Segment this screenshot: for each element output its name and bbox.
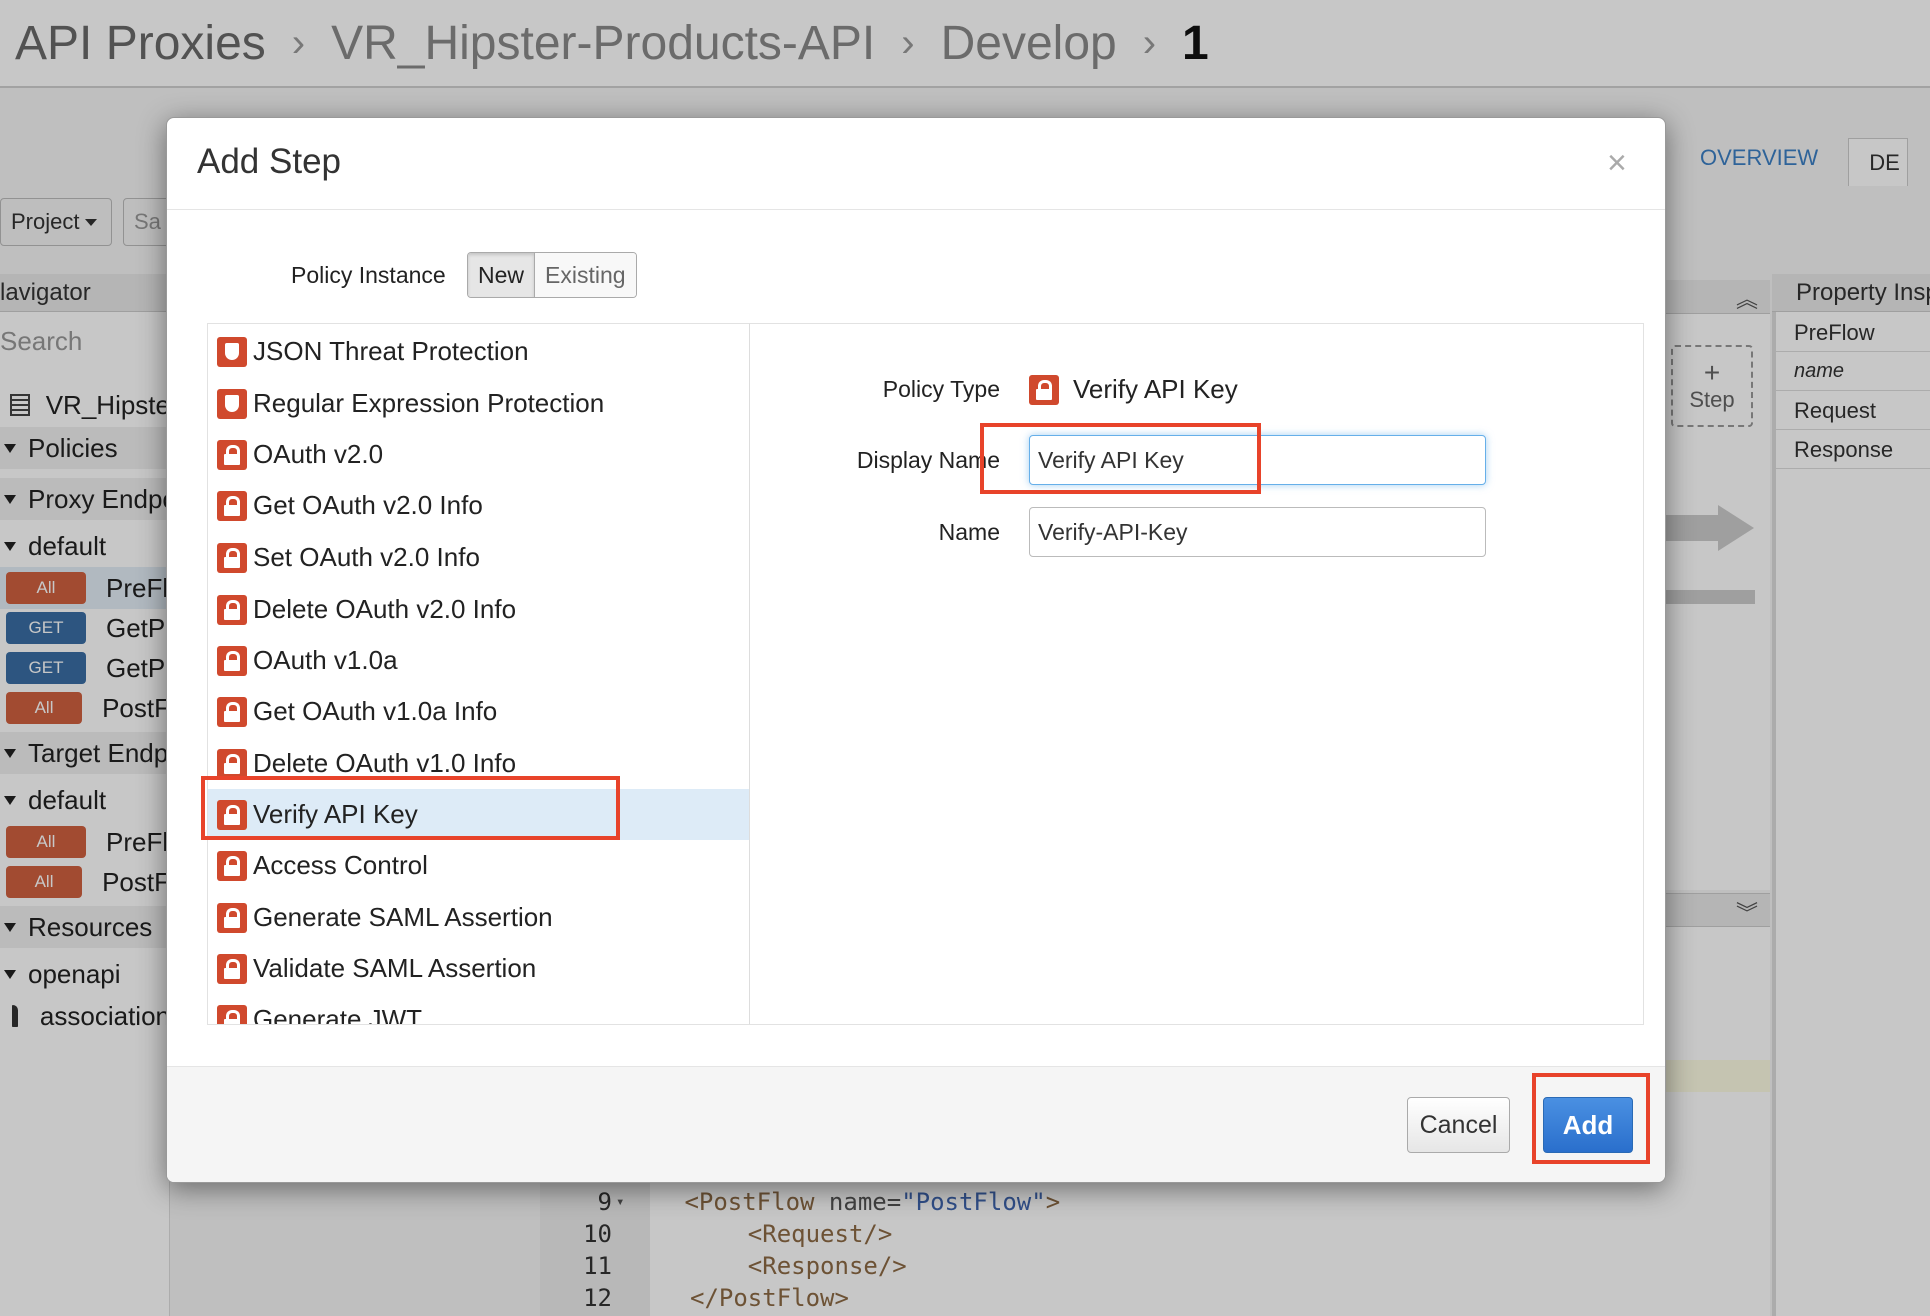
policy-type-value: Verify API Key: [1029, 374, 1238, 405]
lock-icon: [217, 696, 247, 727]
add-button[interactable]: Add: [1543, 1097, 1633, 1153]
policy-instance-new-button[interactable]: New: [468, 253, 536, 297]
policy-item-label: Access Control: [253, 850, 428, 880]
lock-icon: [217, 799, 247, 830]
lock-icon: [217, 490, 247, 521]
dialog-title: Add Step: [197, 142, 341, 181]
policy-item-selected[interactable]: Verify API Key: [208, 789, 749, 840]
policy-item-label: Set OAuth v2.0 Info: [253, 542, 480, 572]
lock-icon: [217, 953, 247, 984]
policy-type-text: Verify API Key: [1073, 374, 1238, 404]
policy-item-label: Delete OAuth v1.0 Info: [253, 748, 517, 778]
policy-type-row: Policy Type Verify API Key: [750, 374, 1238, 405]
shield-icon: [217, 388, 247, 419]
policy-item-label: Validate SAML Assertion: [253, 953, 537, 983]
policy-item-label: Regular Expression Protection: [253, 388, 605, 418]
cancel-button[interactable]: Cancel: [1407, 1097, 1510, 1153]
name-label: Name: [938, 518, 1000, 545]
policy-item-label: Generate SAML Assertion: [253, 902, 553, 932]
policy-item[interactable]: Access Control: [208, 840, 749, 891]
policy-item[interactable]: JSON Threat Protection: [208, 326, 749, 377]
policy-item-label: Delete OAuth v2.0 Info: [253, 594, 517, 624]
close-icon[interactable]: ×: [1607, 144, 1627, 183]
policy-instance-label: Policy Instance: [291, 262, 446, 288]
lock-icon: [217, 902, 247, 933]
policy-item-label: OAuth v2.0: [253, 439, 384, 469]
policy-item[interactable]: OAuth v1.0a: [208, 635, 749, 686]
policy-item[interactable]: Generate JWT: [208, 994, 749, 1025]
policy-item[interactable]: Set OAuth v2.0 Info: [208, 532, 749, 583]
lock-icon: [217, 850, 247, 881]
lock-icon: [217, 542, 247, 573]
policy-instance-existing-button[interactable]: Existing: [535, 253, 636, 297]
name-row: Name Verify-API-Key: [750, 507, 1486, 557]
policy-item[interactable]: Regular Expression Protection: [208, 378, 749, 429]
display-name-input[interactable]: Verify API Key: [1029, 435, 1486, 485]
policy-type-label: Policy Type: [882, 376, 1000, 402]
lock-icon: [217, 439, 247, 470]
policy-instance-toggle: New Existing: [467, 252, 637, 298]
policy-item[interactable]: OAuth v2.0: [208, 429, 749, 480]
dialog-header: [167, 118, 1665, 210]
name-input[interactable]: Verify-API-Key: [1029, 507, 1486, 557]
policy-type-list: JSON Threat Protection Regular Expressio…: [207, 323, 750, 1025]
lock-icon: [217, 594, 247, 625]
policy-item-label: OAuth v1.0a: [253, 645, 398, 675]
policy-item-label: Generate JWT: [253, 1004, 423, 1025]
lock-icon: [217, 748, 247, 779]
lock-icon: [1029, 374, 1059, 405]
policy-item[interactable]: Get OAuth v2.0 Info: [208, 480, 749, 531]
policy-item-label: Verify API Key: [253, 799, 418, 829]
policy-item[interactable]: Get OAuth v1.0a Info: [208, 686, 749, 737]
policy-item-label: JSON Threat Protection: [253, 336, 529, 366]
lock-icon: [217, 1004, 247, 1024]
display-name-label: Display Name: [856, 446, 1000, 473]
policy-details-panel: Policy Type Verify API Key Display Name …: [750, 323, 1644, 1025]
add-step-dialog: Add Step × Policy Instance New Existing …: [166, 117, 1666, 1183]
policy-item-label: Get OAuth v1.0a Info: [253, 696, 498, 726]
policy-item[interactable]: Validate SAML Assertion: [208, 943, 749, 994]
policy-item[interactable]: Delete OAuth v1.0 Info: [208, 738, 749, 789]
display-name-row: Display Name Verify API Key: [750, 435, 1486, 485]
shield-icon: [217, 336, 247, 367]
policy-item-label: Get OAuth v2.0 Info: [253, 490, 483, 520]
policy-item[interactable]: Generate SAML Assertion: [208, 892, 749, 943]
policy-item[interactable]: Delete OAuth v2.0 Info: [208, 584, 749, 635]
lock-icon: [217, 645, 247, 676]
